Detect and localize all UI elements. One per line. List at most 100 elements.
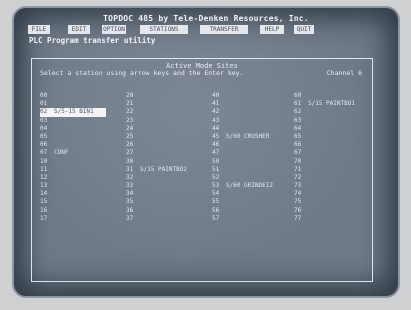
station-row[interactable]: 22 <box>126 108 206 116</box>
station-row[interactable]: 01 <box>40 100 120 108</box>
station-column: 00 01 02 S/5-15 BIN1 03 04 05 06 07 CONF 10 11 12 13 1… <box>40 92 120 223</box>
station-row[interactable]: 47 <box>212 149 292 157</box>
station-number: 73 <box>294 182 302 190</box>
station-row[interactable]: 26 <box>126 141 206 149</box>
station-number: 21 <box>126 100 134 108</box>
monitor-photo: TOPDOC 485 by Tele-Denken Resources, Inc… <box>0 0 411 310</box>
station-number: 56 <box>212 206 220 214</box>
menu-item[interactable]: STATIONS <box>140 25 188 34</box>
station-row[interactable]: 72 <box>294 174 374 182</box>
station-row[interactable]: 11 <box>40 166 120 174</box>
station-number: 15 <box>40 198 48 206</box>
station-row[interactable]: 73 <box>294 182 374 190</box>
station-row[interactable]: 07 CONF <box>40 149 120 157</box>
station-row[interactable]: 64 <box>294 125 374 133</box>
station-number: 62 <box>294 108 302 116</box>
station-row[interactable]: 16 <box>40 207 120 215</box>
station-row[interactable]: 37 <box>126 215 206 223</box>
menu-item[interactable]: HELP <box>260 25 284 34</box>
menu-item[interactable]: OPTION <box>102 25 126 34</box>
station-number: 12 <box>40 173 48 181</box>
station-row[interactable]: 32 <box>126 174 206 182</box>
station-row[interactable]: 33 <box>126 182 206 190</box>
station-row[interactable]: 10 <box>40 158 120 166</box>
station-row[interactable]: 45 S/60 CRUSHER <box>212 133 292 141</box>
station-number: 13 <box>40 182 48 190</box>
menu-item[interactable]: EDIT <box>68 25 90 34</box>
station-number: 03 <box>40 116 48 124</box>
crt-screen: TOPDOC 485 by Tele-Denken Resources, Inc… <box>14 8 398 296</box>
station-number: 35 <box>126 198 134 206</box>
channel-label: Channel 6 <box>326 69 362 77</box>
station-row[interactable]: 00 <box>40 92 120 100</box>
station-row[interactable]: 06 <box>40 141 120 149</box>
station-row[interactable]: 67 <box>294 149 374 157</box>
station-row[interactable]: 56 <box>212 207 292 215</box>
station-number: 14 <box>40 190 48 198</box>
station-row[interactable]: 05 <box>40 133 120 141</box>
station-row[interactable]: 65 <box>294 133 374 141</box>
station-row[interactable]: 70 <box>294 158 374 166</box>
station-name: CONF <box>54 149 69 157</box>
station-row[interactable]: 50 <box>212 158 292 166</box>
station-row[interactable]: 17 <box>40 215 120 223</box>
station-row[interactable]: 21 <box>126 100 206 108</box>
station-row[interactable]: 55 <box>212 198 292 206</box>
station-row[interactable]: 27 <box>126 149 206 157</box>
station-number: 25 <box>126 132 134 140</box>
station-row[interactable]: 51 <box>212 166 292 174</box>
station-row[interactable]: 25 <box>126 133 206 141</box>
station-row[interactable]: 40 <box>212 92 292 100</box>
station-name: S/60 CRUSHER <box>226 132 270 140</box>
station-row[interactable]: 12 <box>40 174 120 182</box>
station-row[interactable]: 14 <box>40 190 120 198</box>
station-row[interactable]: 54 <box>212 190 292 198</box>
station-row[interactable]: 74 <box>294 190 374 198</box>
station-row[interactable]: 61 S/15 PAINTBO1 <box>294 100 374 108</box>
station-row[interactable]: 13 <box>40 182 120 190</box>
station-row[interactable]: 66 <box>294 141 374 149</box>
station-number: 42 <box>212 108 220 116</box>
station-row[interactable]: 24 <box>126 125 206 133</box>
station-number: 20 <box>126 92 134 99</box>
station-row[interactable]: 44 <box>212 125 292 133</box>
station-row[interactable]: 43 <box>212 117 292 125</box>
menu-item[interactable]: FILE <box>28 25 50 34</box>
station-row[interactable]: 41 <box>212 100 292 108</box>
station-row[interactable]: 60 <box>294 92 374 100</box>
station-row[interactable]: 30 <box>126 158 206 166</box>
station-row[interactable]: 52 <box>212 174 292 182</box>
station-row[interactable]: 20 <box>126 92 206 100</box>
station-row[interactable]: 77 <box>294 215 374 223</box>
station-row[interactable]: 34 <box>126 190 206 198</box>
menu-item[interactable]: QUIT <box>294 25 314 34</box>
station-row[interactable]: 57 <box>212 215 292 223</box>
menu-item[interactable]: TRANSFER <box>200 25 248 34</box>
station-row[interactable]: 36 <box>126 207 206 215</box>
station-row[interactable]: 02 S/5-15 BIN1 <box>40 108 120 117</box>
station-number: 72 <box>294 173 302 181</box>
station-row[interactable]: 15 <box>40 198 120 206</box>
station-number: 63 <box>294 116 302 124</box>
station-row[interactable]: 63 <box>294 117 374 125</box>
station-row[interactable]: 23 <box>126 117 206 125</box>
station-row[interactable]: 62 <box>294 108 374 116</box>
station-row[interactable]: 75 <box>294 198 374 206</box>
station-row[interactable]: 42 <box>212 108 292 116</box>
station-row[interactable]: 35 <box>126 198 206 206</box>
station-column: 40 41 42 43 44 45 S/60 CRUSHER 46 47 50 51 52 53 S/60… <box>212 92 292 223</box>
station-number: 00 <box>40 92 48 99</box>
station-row[interactable]: 04 <box>40 125 120 133</box>
station-row[interactable]: 03 <box>40 117 120 125</box>
station-row[interactable]: 53 S/60 GRINDE12 <box>212 182 292 190</box>
active-mode-sites-panel: Active Mode Sites Select a station using… <box>31 58 373 282</box>
app-title: TOPDOC 485 by Tele-Denken Resources, Inc… <box>103 14 309 23</box>
station-number: 43 <box>212 116 220 124</box>
station-row[interactable]: 76 <box>294 207 374 215</box>
station-number: 24 <box>126 124 134 132</box>
station-row[interactable]: 71 <box>294 166 374 174</box>
instruction-text: Select a station using arrow keys and th… <box>40 69 244 77</box>
station-row[interactable]: 31 S/15 PAINTBO2 <box>126 166 206 174</box>
station-number: 32 <box>126 173 134 181</box>
station-row[interactable]: 46 <box>212 141 292 149</box>
